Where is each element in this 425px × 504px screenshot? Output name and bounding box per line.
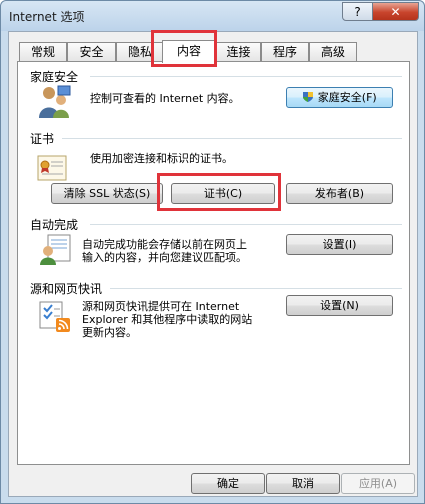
family-safety-icon: [39, 85, 71, 118]
autocomplete-description-line2: 输入的内容，并向您建议匹配项。: [82, 251, 247, 264]
family-safety-button-label: 家庭安全(F): [317, 91, 377, 104]
feeds-description-line3: 更新内容。: [82, 326, 137, 339]
tab-connections[interactable]: 连接: [216, 42, 261, 62]
autocomplete-heading: 自动完成: [30, 218, 79, 232]
publishers-button[interactable]: 发布者(B): [286, 183, 393, 204]
feeds-description-line1: 源和网页快讯提供可在 Internet: [82, 300, 240, 313]
dialog-client: 常规 安全 隐私 内容 连接 程序 高级 家庭安全 控制可查看的 Interne…: [8, 31, 418, 497]
autocomplete-settings-button[interactable]: 设置(I): [286, 234, 393, 255]
close-button[interactable]: ✕: [372, 2, 419, 21]
help-button[interactable]: ?: [342, 2, 373, 21]
title-bar[interactable]: Internet 选项 ? ✕: [1, 1, 424, 31]
feeds-heading: 源和网页快讯: [30, 282, 103, 296]
section-divider: [62, 138, 402, 139]
content-tab-panel: 家庭安全 控制可查看的 Internet 内容。 家庭安全(F) 证书 使用加密…: [17, 61, 410, 465]
autocomplete-description-line1: 自动完成功能会存储以前在网页上: [82, 238, 247, 251]
certificates-button-highlight: [157, 173, 281, 211]
feeds-description-line2: Explorer 和其他程序中读取的网站: [82, 313, 253, 326]
certificate-icon: [37, 155, 67, 181]
tab-strip: 常规 安全 隐私 内容 连接 程序 高级: [17, 40, 417, 63]
cancel-button[interactable]: 取消: [266, 473, 340, 494]
family-safety-button[interactable]: 家庭安全(F): [286, 87, 393, 108]
family-safety-heading: 家庭安全: [30, 70, 79, 84]
autocomplete-icon: [40, 234, 71, 265]
feeds-icon: [39, 301, 70, 332]
family-safety-description: 控制可查看的 Internet 内容。: [90, 92, 240, 105]
section-divider: [110, 288, 402, 289]
tab-general[interactable]: 常规: [19, 42, 67, 62]
tab-advanced[interactable]: 高级: [309, 42, 357, 62]
apply-button[interactable]: 应用(A): [341, 473, 415, 494]
certificates-description: 使用加密连接和标识的证书。: [90, 152, 233, 165]
window-title: Internet 选项: [9, 10, 85, 24]
shield-icon: [303, 92, 314, 102]
content-tab-highlight: [151, 30, 217, 67]
tab-programs[interactable]: 程序: [261, 42, 309, 62]
section-divider: [90, 224, 402, 225]
internet-options-window: Internet 选项 ? ✕ 常规 安全 隐私 内容 连接 程序 高级 家庭安…: [0, 0, 425, 504]
ok-button[interactable]: 确定: [191, 473, 265, 494]
feeds-settings-button[interactable]: 设置(N): [286, 295, 393, 316]
certificates-heading: 证书: [30, 132, 55, 146]
clear-ssl-state-button[interactable]: 清除 SSL 状态(S): [51, 183, 163, 204]
tab-security[interactable]: 安全: [67, 42, 116, 62]
section-divider: [90, 76, 402, 77]
